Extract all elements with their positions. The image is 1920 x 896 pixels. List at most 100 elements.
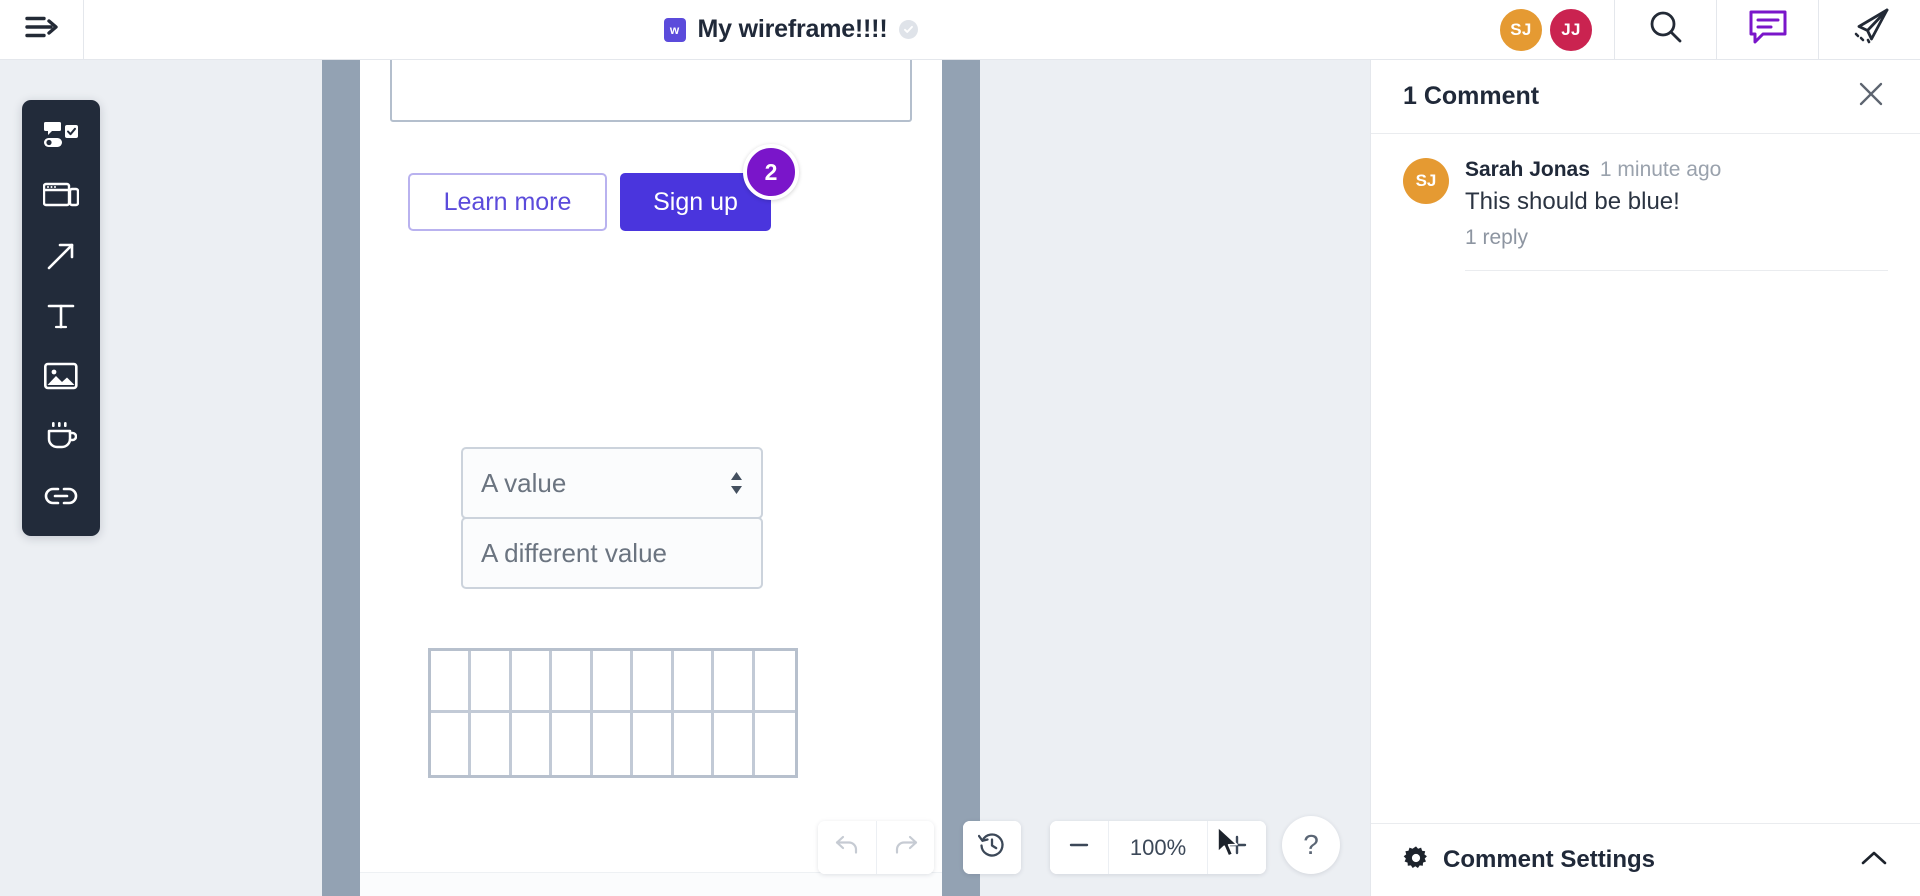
avatar-sj[interactable]: SJ [1498,6,1544,53]
comment-pin-badge[interactable]: 2 [743,144,799,200]
help-button[interactable]: ? [1282,816,1340,874]
zoom-in-button[interactable] [1208,821,1266,874]
close-icon [1857,80,1885,113]
arrow-icon [45,240,77,277]
search-button[interactable] [1614,0,1716,59]
comments-button[interactable] [1716,0,1818,59]
artboard-text-input[interactable]: A different value [461,517,763,589]
table-cell [552,651,593,713]
table-cell [593,713,634,775]
artboard[interactable]: Learn more Sign up 2 A value A different… [360,60,942,896]
comment-settings-label: Comment Settings [1443,846,1656,873]
comment-settings-button[interactable]: Comment Settings [1371,823,1920,896]
comments-panel-header: 1 Comment [1371,60,1920,134]
gear-icon [1403,845,1429,876]
table-cell [431,713,472,775]
table-cell [633,713,674,775]
artboard-input-value: A different value [481,537,667,568]
search-icon [1647,8,1685,51]
tool-containers[interactable] [32,172,90,224]
tool-icons[interactable] [32,412,90,464]
comment-text: This should be blue! [1465,188,1680,215]
table-cell [471,713,512,775]
artboard-left-edge [322,60,360,896]
comment-icon [1749,10,1787,49]
tool-link[interactable] [32,472,90,524]
sign-up-button-wrap: Sign up 2 [620,144,799,231]
link-icon [44,485,78,512]
comment-reply-count[interactable]: 1 reply [1465,226,1888,250]
table-cell [511,651,553,713]
avatar-jj[interactable]: JJ [1548,6,1594,53]
tool-image[interactable] [32,352,90,404]
menu-arrow-icon [24,14,60,45]
send-icon [1849,7,1891,52]
image-icon [43,362,78,395]
help-group: ? [1282,816,1340,874]
table-cell [431,651,472,713]
minus-icon [1067,833,1091,862]
comment-body: Sarah Jonas 1 minute ago This should be … [1465,158,1888,271]
saved-status-badge [899,20,919,39]
comment-thread[interactable]: SJ Sarah Jonas 1 minute ago This should … [1371,134,1920,271]
table-cell [754,651,795,713]
tool-text[interactable] [32,292,90,344]
comment-settings-left: Comment Settings [1403,845,1655,876]
tool-panel [22,100,100,536]
top-bar: w My wireframe!!!! SJ JJ [0,0,1920,60]
undo-button[interactable] [818,821,876,874]
table-cell [714,713,755,775]
comments-count-title: 1 Comment [1403,82,1540,110]
components-icon [43,121,79,156]
document-logo-badge: w [663,17,686,42]
app-root: Learn more Sign up 2 A value A different… [0,0,1920,896]
canvas-area[interactable]: Learn more Sign up 2 A value A different… [0,60,1370,896]
share-button[interactable] [1818,0,1920,59]
undo-icon [834,834,860,861]
zoom-group: 100% [1050,821,1266,874]
redo-icon [893,834,919,861]
menu-toggle-button[interactable] [0,0,84,59]
containers-icon [42,182,80,215]
comments-list: SJ Sarah Jonas 1 minute ago This should … [1371,134,1920,823]
comment-author-name: Sarah Jonas [1465,158,1590,181]
table-cell [673,651,715,713]
artboard-table[interactable] [428,648,798,778]
close-comments-button[interactable] [1854,80,1888,114]
text-icon [46,301,76,336]
comments-panel: 1 Comment SJ Sarah Jonas 1 minute ago Th… [1370,60,1920,896]
artboard-select[interactable]: A value [461,447,763,519]
table-cell [714,651,755,713]
table-cell [512,713,553,775]
comment-author-avatar: SJ [1403,158,1449,204]
table-cell [633,651,674,713]
comment-timestamp: 1 minute ago [1599,158,1722,181]
table-cell [552,713,593,775]
document-title-group: w My wireframe!!!! [84,0,1498,59]
undo-redo-group [818,821,934,874]
page-title[interactable]: My wireframe!!!! [698,15,888,44]
top-bar-actions: SJ JJ [1498,0,1920,59]
history-group [963,821,1021,874]
collaborator-avatars: SJ JJ [1498,0,1614,59]
table-cell [755,713,795,775]
zoom-out-button[interactable] [1050,821,1108,874]
history-button[interactable] [963,821,1021,874]
redo-button[interactable] [876,821,934,874]
table-cell [592,651,634,713]
tool-arrow[interactable] [32,232,90,284]
artboard-select-value: A value [481,467,567,498]
table-cell [471,651,512,713]
chevron-up-icon[interactable] [1860,849,1888,872]
artboard-textarea[interactable] [390,60,912,122]
history-icon [977,831,1006,864]
learn-more-button[interactable]: Learn more [408,173,607,231]
artboard-cta-row: Learn more Sign up 2 [408,144,799,231]
plus-icon [1225,833,1249,862]
comment-meta: Sarah Jonas 1 minute ago [1465,158,1888,182]
tool-components[interactable] [32,112,90,164]
coffee-cup-icon [45,421,78,456]
table-cell [674,713,715,775]
stepper-icon[interactable] [730,472,743,494]
zoom-level-label: 100% [1108,821,1208,874]
